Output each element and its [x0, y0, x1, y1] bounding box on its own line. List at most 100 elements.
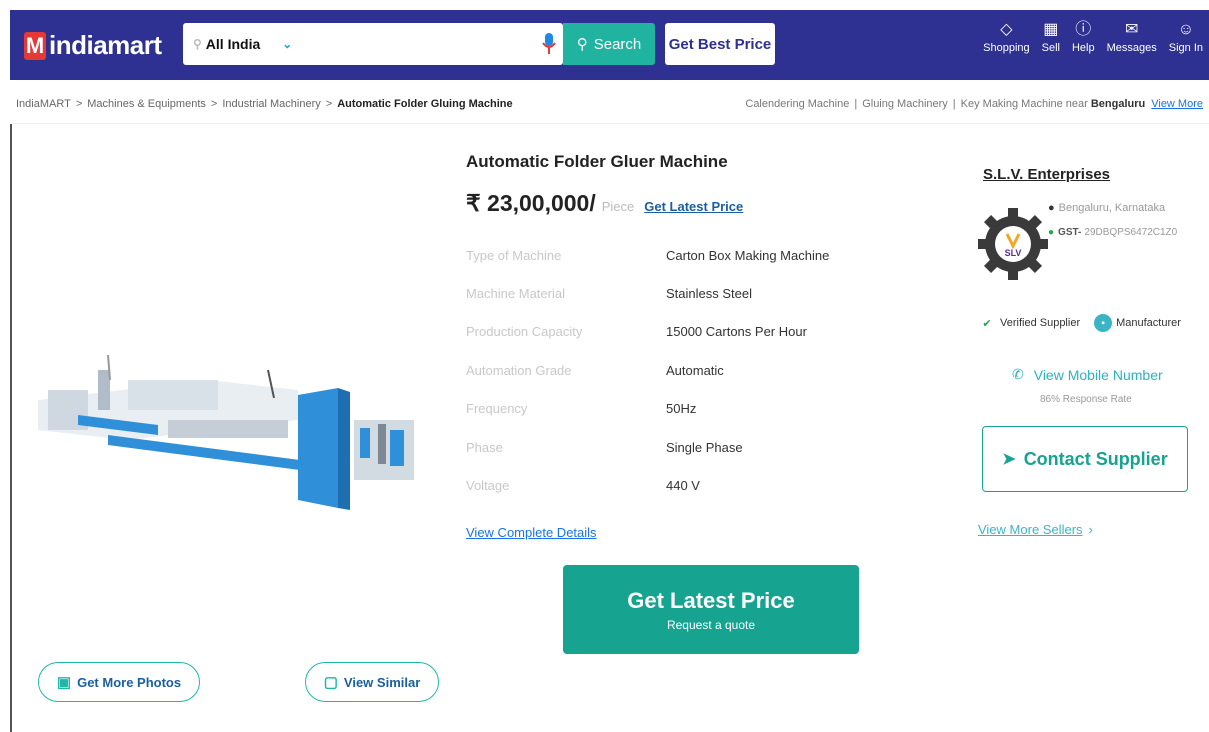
get-latest-price-button[interactable]: Get Latest Price Request a quote: [563, 565, 859, 654]
cta-main-label: Get Latest Price: [627, 587, 795, 613]
spec-key: Type of Machine: [466, 247, 562, 263]
chevron-right-icon: ›: [1088, 522, 1093, 537]
spec-value: Single Phase: [666, 439, 743, 455]
divider: |: [854, 98, 858, 110]
phone-icon: ✆: [1012, 366, 1024, 382]
view-similar-button[interactable]: ▢ View Similar: [305, 662, 439, 702]
nav-messages[interactable]: ✉ Messages: [1107, 18, 1157, 54]
search-input[interactable]: [295, 23, 535, 65]
supplier-badges: ✔ Verified Supplier ▪ Manufacturer: [978, 314, 1181, 332]
check-circle-icon: ●: [1048, 227, 1055, 238]
spec-key: Production Capacity: [466, 324, 583, 340]
spec-row: Automation Grade Automatic: [466, 351, 846, 389]
nav-label: Sign In: [1168, 42, 1203, 54]
contact-supplier-label: Contact Supplier: [1023, 448, 1168, 469]
location-pin-icon: ⚲: [193, 37, 202, 51]
spec-row: Phase Single Phase: [466, 428, 846, 466]
breadcrumb-item[interactable]: IndiaMART: [16, 98, 71, 110]
nav-help[interactable]: ⓘ Help: [1072, 18, 1095, 54]
spec-row: Voltage 440 V: [466, 466, 846, 504]
contact-supplier-button[interactable]: ➤ Contact Supplier: [982, 426, 1188, 492]
spec-row: Machine Material Stainless Steel: [466, 274, 846, 312]
breadcrumb-current: Automatic Folder Gluing Machine: [337, 97, 513, 110]
location-pin-icon: ●: [1048, 202, 1055, 214]
shopping-icon: ◇: [1000, 21, 1013, 38]
sell-icon: ▦: [1043, 21, 1059, 38]
breadcrumb-separator: >: [75, 97, 83, 110]
view-mobile-number-label: View Mobile Number: [1033, 366, 1163, 383]
location-select[interactable]: ⚲ All India ⌄: [183, 23, 295, 65]
spec-value: 440 V: [666, 478, 700, 494]
related-link[interactable]: Gluing Machinery: [862, 98, 948, 110]
spec-value: 15000 Cartons Per Hour: [666, 324, 807, 340]
top-header: M indiamart ⚲ All India ⌄ ⚲ Search Get B…: [10, 10, 1209, 80]
spec-value: Carton Box Making Machine: [666, 247, 830, 263]
get-latest-price-link[interactable]: Get Latest Price: [644, 199, 743, 214]
indiamart-logo[interactable]: M indiamart: [24, 30, 162, 61]
search-icon: ⚲: [576, 36, 588, 53]
spec-value: Automatic: [666, 362, 724, 378]
nav-label: Messages: [1106, 42, 1157, 54]
breadcrumb-item[interactable]: Machines & Equipments: [87, 98, 206, 110]
nav-label: Help: [1071, 42, 1095, 54]
price-unit: Piece: [601, 199, 635, 214]
spec-value: Stainless Steel: [666, 286, 752, 302]
top-nav: ◇ Shopping ▦ Sell ⓘ Help ✉ Messages ☺ Si…: [971, 18, 1203, 54]
related-city[interactable]: Bengaluru: [1091, 98, 1145, 110]
spec-key: Frequency: [466, 401, 528, 417]
spec-key: Phase: [466, 439, 503, 455]
view-more-link[interactable]: View More: [1151, 98, 1203, 110]
left-border: [10, 124, 12, 732]
manufacturer-label: Manufacturer: [1116, 317, 1181, 329]
user-icon: ☺: [1177, 21, 1195, 38]
product-title: Automatic Folder Gluer Machine: [466, 152, 728, 171]
nav-sign-in[interactable]: ☺ Sign In: [1169, 18, 1203, 54]
search-bar: ⚲ All India ⌄: [183, 23, 563, 65]
breadcrumb-item[interactable]: Industrial Machinery: [222, 98, 320, 110]
image-icon: ▣: [56, 674, 72, 691]
send-icon: ➤: [1002, 451, 1016, 468]
manufacturer-icon: ▪: [1094, 314, 1113, 332]
get-more-photos-button[interactable]: ▣ Get More Photos: [38, 662, 200, 702]
gst-label: GST-: [1058, 227, 1082, 238]
view-similar-label: View Similar: [343, 674, 421, 690]
get-best-price-button[interactable]: Get Best Price: [665, 23, 775, 65]
view-more-sellers-link[interactable]: View More Sellers ›: [978, 522, 1093, 537]
product-price: ₹ 23,00,000/: [466, 190, 596, 216]
breadcrumb-separator: >: [325, 97, 333, 110]
view-more-sellers-label: View More Sellers: [978, 522, 1083, 537]
view-mobile-number-link[interactable]: ✆ View Mobile Number: [1012, 366, 1163, 383]
related-link[interactable]: Calendering Machine: [745, 98, 849, 110]
product-image[interactable]: [38, 340, 428, 530]
spec-table: Type of Machine Carton Box Making Machin…: [466, 236, 846, 505]
spec-key: Machine Material: [466, 286, 565, 302]
supplier-location: ● Bengaluru, Karnataka: [1048, 202, 1165, 214]
messages-icon: ✉: [1124, 21, 1139, 38]
search-button-label: Search: [593, 35, 642, 53]
gst-value: 29DBQPS6472C1Z0: [1084, 227, 1178, 238]
chevron-down-icon: ⌄: [282, 37, 293, 51]
similar-icon: ▢: [323, 674, 338, 691]
nav-label: Sell: [1041, 42, 1060, 54]
spec-row: Production Capacity 15000 Cartons Per Ho…: [466, 313, 846, 351]
supplier-gst: ● GST- 29DBQPS6472C1Z0: [1048, 227, 1177, 238]
nav-sell[interactable]: ▦ Sell: [1042, 18, 1060, 54]
logo-text: indiamart: [49, 30, 162, 60]
help-icon: ⓘ: [1075, 21, 1092, 38]
supplier-location-text: Bengaluru, Karnataka: [1058, 202, 1166, 214]
logo-m-icon: M: [24, 31, 46, 60]
nav-label: Shopping: [983, 42, 1030, 54]
spec-row: Type of Machine Carton Box Making Machin…: [466, 236, 846, 274]
price-row: ₹ 23,00,000/ Piece Get Latest Price: [466, 190, 743, 217]
mic-icon[interactable]: [535, 23, 563, 65]
supplier-name[interactable]: S.L.V. Enterprises: [983, 166, 1110, 183]
cta-sub-label: Request a quote: [666, 617, 756, 632]
nav-shopping[interactable]: ◇ Shopping: [983, 18, 1030, 54]
spec-key: Voltage: [466, 478, 510, 494]
view-complete-details-link[interactable]: View Complete Details: [466, 525, 597, 540]
get-more-photos-label: Get More Photos: [77, 674, 182, 690]
verified-label: Verified Supplier: [1000, 317, 1081, 329]
location-value: All India: [205, 36, 261, 52]
related-link[interactable]: Key Making Machine near: [961, 98, 1088, 110]
search-button[interactable]: ⚲ Search: [563, 23, 655, 65]
